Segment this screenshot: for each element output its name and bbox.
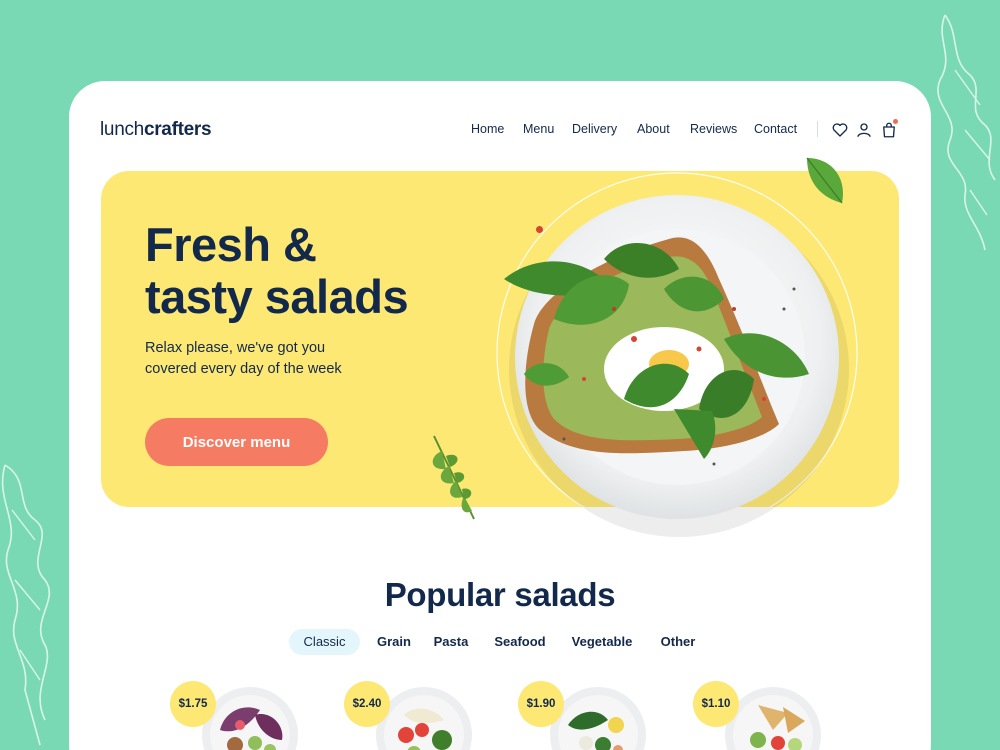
popular-salads-title: Popular salads	[384, 576, 616, 613]
tab-pasta[interactable]: Pasta	[431, 629, 471, 655]
nav-delivery[interactable]: Delivery	[572, 122, 617, 136]
tab-other[interactable]: Other	[657, 629, 699, 655]
product-card[interactable]: $2.40	[344, 681, 484, 750]
user-icon[interactable]	[855, 121, 873, 139]
logo-light-text: lunch	[100, 119, 144, 140]
nav-home[interactable]: Home	[471, 122, 504, 136]
tab-vegetable[interactable]: Vegetable	[569, 629, 635, 655]
salad-bowl-image	[550, 687, 646, 750]
product-card[interactable]: $1.90	[518, 681, 658, 750]
background-leaf-outline-top-right	[937, 14, 996, 251]
hero-title-line2: tasty salads	[145, 270, 409, 323]
nav-contact[interactable]: Contact	[754, 122, 797, 136]
product-card[interactable]: $1.75	[170, 681, 310, 750]
nav-reviews[interactable]: Reviews	[690, 122, 737, 136]
hero-subtitle: Relax please, we've got you covered ever…	[145, 338, 385, 380]
tab-classic[interactable]: Classic	[289, 629, 360, 655]
floating-arugula-leaf-icon	[432, 435, 475, 520]
tab-grain[interactable]: Grain	[373, 629, 415, 655]
background-leaf-outline-bottom-left	[1, 464, 51, 746]
floating-pepper-seed	[536, 226, 543, 233]
cart-notification-dot	[893, 119, 898, 124]
salad-bowl-image	[725, 687, 821, 750]
nav-divider	[817, 121, 818, 137]
salad-bowl-image	[376, 687, 472, 750]
product-card[interactable]: $1.10	[693, 681, 833, 750]
hero-subtitle-line1: Relax please, we've got you	[145, 340, 326, 356]
logo-bold-text: crafters	[143, 119, 212, 140]
price-badge: $1.90	[518, 681, 564, 727]
price-badge: $2.40	[344, 681, 390, 727]
salad-bowl-image	[202, 687, 298, 750]
floating-basil-leaf-icon	[806, 157, 843, 204]
hero-title-line1: Fresh &	[145, 218, 317, 271]
nav-about[interactable]: About	[637, 122, 670, 136]
price-badge: $1.10	[693, 681, 739, 727]
hero-subtitle-line2: covered every day of the week	[145, 361, 342, 377]
brand-logo[interactable]: lunchcrafters	[100, 119, 212, 141]
main-card: lunchcrafters Home Menu Delivery About R…	[69, 81, 931, 750]
price-badge: $1.75	[170, 681, 216, 727]
nav-menu[interactable]: Menu	[523, 122, 554, 136]
salad-plate-image	[496, 172, 858, 537]
tab-seafood[interactable]: Seafood	[492, 629, 548, 655]
heart-icon[interactable]	[831, 121, 849, 139]
hero-title: Fresh & tasty salads	[145, 219, 445, 323]
discover-menu-button[interactable]: Discover menu	[145, 418, 328, 466]
